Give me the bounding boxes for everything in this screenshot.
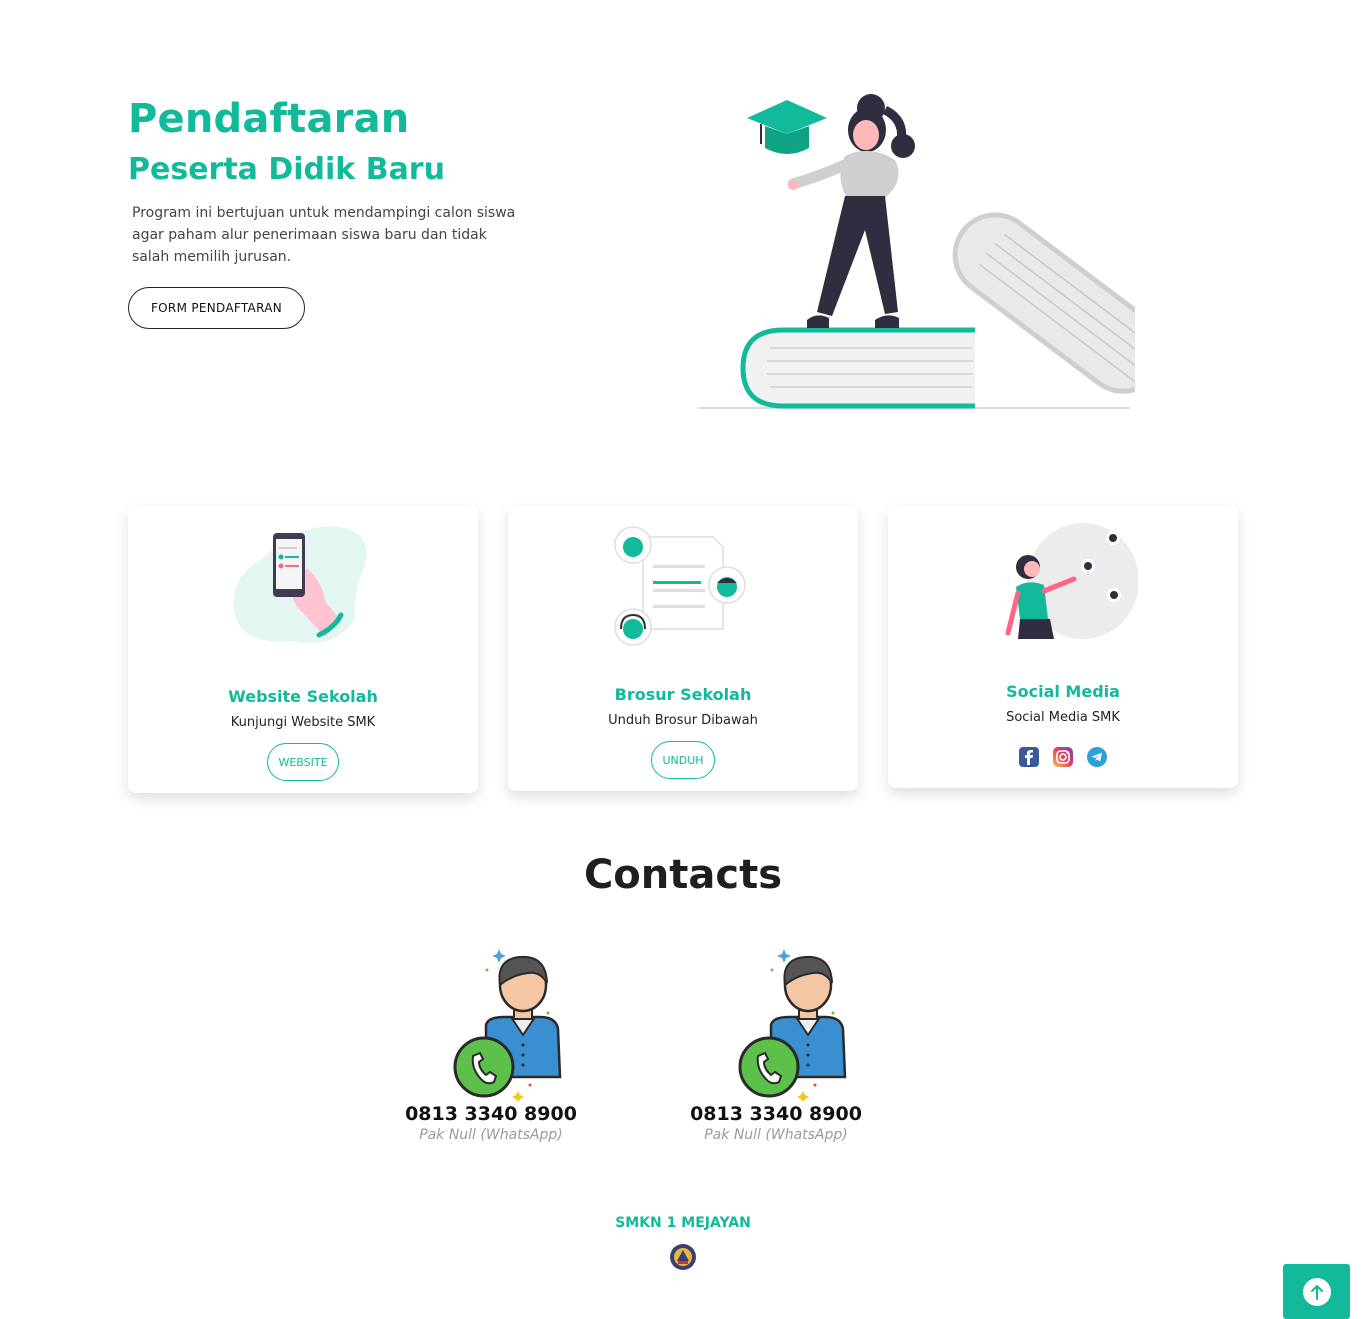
contact-item: 0813 3340 8900 Pak Null (WhatsApp) — [681, 945, 871, 1143]
social-media-card: Social Media Social Media SMK — [888, 505, 1238, 788]
footer-school-name: SMKN 1 MEJAYAN — [615, 1215, 751, 1231]
contact-name: Pak Null (WhatsApp) — [704, 1127, 848, 1143]
website-card-text: Kunjungi Website SMK — [230, 715, 376, 730]
phone-checklist-illustration — [233, 526, 367, 644]
website-card: Website Sekolah Kunjungi Website SMK WEB… — [128, 505, 478, 793]
contacts-title: Contacts — [583, 852, 783, 898]
form-pendaftaran-button[interactable]: FORM PENDAFTARAN — [128, 287, 305, 329]
scroll-top-button[interactable] — [1283, 1264, 1350, 1319]
website-card-title: Website Sekolah — [228, 687, 378, 706]
brosur-card-text: Unduh Brosur Dibawah — [608, 713, 758, 728]
contact-phone[interactable]: 0813 3340 8900 — [396, 1103, 586, 1125]
hero-title: Pendaftaran — [128, 96, 410, 142]
contact-name: Pak Null (WhatsApp) — [419, 1127, 563, 1143]
hero-subtitle: Peserta Didik Baru — [128, 152, 445, 187]
social-media-card-text: Social Media SMK — [1006, 710, 1120, 725]
instagram-icon[interactable] — [1053, 747, 1073, 767]
website-button[interactable]: WEBSITE — [267, 743, 339, 781]
contact-item: 0813 3340 8900 Pak Null (WhatsApp) — [396, 945, 586, 1143]
graduation-illustration — [698, 94, 1135, 409]
person-phone-icon — [453, 949, 562, 1101]
arrow-up-icon — [1302, 1277, 1331, 1306]
brosur-card: Brosur Sekolah Unduh Brosur Dibawah UNDU… — [508, 505, 858, 791]
unduh-button[interactable]: UNDUH — [651, 741, 715, 779]
telegram-icon[interactable] — [1087, 747, 1107, 767]
brochure-document-illustration — [614, 526, 746, 646]
social-icons-row — [1019, 747, 1107, 767]
school-logo-icon — [670, 1244, 696, 1270]
social-media-illustration — [1005, 523, 1138, 639]
hero-description: Program ini bertujuan untuk mendampingi … — [132, 205, 516, 265]
facebook-icon[interactable] — [1019, 747, 1039, 767]
contact-phone[interactable]: 0813 3340 8900 — [681, 1103, 871, 1125]
social-media-card-title: Social Media — [1006, 682, 1120, 701]
person-phone-icon — [738, 949, 847, 1101]
brosur-card-title: Brosur Sekolah — [614, 685, 752, 704]
